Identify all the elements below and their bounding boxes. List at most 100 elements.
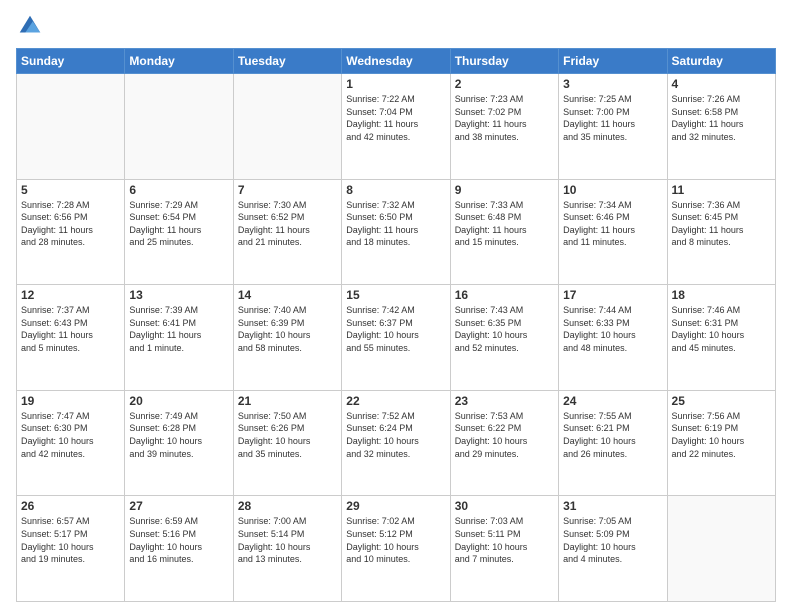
day-cell-11: 11 Sunrise: 7:36 AM Sunset: 6:45 PM Dayli… bbox=[667, 179, 775, 285]
logo bbox=[16, 12, 48, 40]
day-info: Sunrise: 7:02 AM Sunset: 5:12 PM Dayligh… bbox=[346, 515, 445, 565]
day-number: 31 bbox=[563, 499, 662, 513]
day-info: Sunrise: 7:50 AM Sunset: 6:26 PM Dayligh… bbox=[238, 410, 337, 460]
day-number: 10 bbox=[563, 183, 662, 197]
day-info: Sunrise: 7:53 AM Sunset: 6:22 PM Dayligh… bbox=[455, 410, 554, 460]
day-number: 18 bbox=[672, 288, 771, 302]
day-cell-10: 10Sunrise: 7:34 AM Sunset: 6:46 PM Dayli… bbox=[559, 179, 667, 285]
week-row-1: 1Sunrise: 7:22 AM Sunset: 7:04 PM Daylig… bbox=[17, 74, 776, 180]
day-number: 21 bbox=[238, 394, 337, 408]
day-number: 16 bbox=[455, 288, 554, 302]
day-number: 20 bbox=[129, 394, 228, 408]
empty-cell bbox=[17, 74, 125, 180]
day-info: Sunrise: 7:23 AM Sunset: 7:02 PM Dayligh… bbox=[455, 93, 554, 143]
day-number: 3 bbox=[563, 77, 662, 91]
weekday-header-thursday: Thursday bbox=[450, 49, 558, 74]
weekday-header-friday: Friday bbox=[559, 49, 667, 74]
day-number: 28 bbox=[238, 499, 337, 513]
day-cell-17: 17 Sunrise: 7:44 AM Sunset: 6:33 PM Dayli… bbox=[559, 285, 667, 391]
day-info: Sunrise: 7:37 AM Sunset: 6:43 PM Dayligh… bbox=[21, 304, 120, 354]
day-cell-6: 6 Sunrise: 7:29 AM Sunset: 6:54 PM Daylig… bbox=[125, 179, 233, 285]
day-cell-23: 23 Sunrise: 7:53 AM Sunset: 6:22 PM Dayli… bbox=[450, 390, 558, 496]
day-info: Sunrise: 7:29 AM Sunset: 6:54 PM Dayligh… bbox=[129, 199, 228, 249]
empty-cell bbox=[667, 496, 775, 602]
empty-cell bbox=[125, 74, 233, 180]
day-cell-9: 9 Sunrise: 7:33 AM Sunset: 6:48 PM Daylig… bbox=[450, 179, 558, 285]
day-cell-25: 25 Sunrise: 7:56 AM Sunset: 6:19 PM Dayli… bbox=[667, 390, 775, 496]
day-info: Sunrise: 7:55 AM Sunset: 6:21 PM Dayligh… bbox=[563, 410, 662, 460]
day-info: Sunrise: 7:33 AM Sunset: 6:48 PM Dayligh… bbox=[455, 199, 554, 249]
day-number: 5 bbox=[21, 183, 120, 197]
day-info: Sunrise: 6:59 AM Sunset: 5:16 PM Dayligh… bbox=[129, 515, 228, 565]
day-info: Sunrise: 7:05 AM Sunset: 5:09 PM Dayligh… bbox=[563, 515, 662, 565]
day-number: 9 bbox=[455, 183, 554, 197]
day-cell-3: 3Sunrise: 7:25 AM Sunset: 7:00 PM Daylig… bbox=[559, 74, 667, 180]
day-number: 26 bbox=[21, 499, 120, 513]
weekday-header-monday: Monday bbox=[125, 49, 233, 74]
day-info: Sunrise: 7:03 AM Sunset: 5:11 PM Dayligh… bbox=[455, 515, 554, 565]
week-row-2: 5 Sunrise: 7:28 AM Sunset: 6:56 PM Daylig… bbox=[17, 179, 776, 285]
day-info: Sunrise: 7:46 AM Sunset: 6:31 PM Dayligh… bbox=[672, 304, 771, 354]
empty-cell bbox=[233, 74, 341, 180]
page: SundayMondayTuesdayWednesdayThursdayFrid… bbox=[0, 0, 792, 612]
day-number: 8 bbox=[346, 183, 445, 197]
day-info: Sunrise: 7:52 AM Sunset: 6:24 PM Dayligh… bbox=[346, 410, 445, 460]
day-info: Sunrise: 7:32 AM Sunset: 6:50 PM Dayligh… bbox=[346, 199, 445, 249]
day-info: Sunrise: 7:00 AM Sunset: 5:14 PM Dayligh… bbox=[238, 515, 337, 565]
day-cell-30: 30 Sunrise: 7:03 AM Sunset: 5:11 PM Dayli… bbox=[450, 496, 558, 602]
day-number: 12 bbox=[21, 288, 120, 302]
day-number: 1 bbox=[346, 77, 445, 91]
week-row-5: 26Sunrise: 6:57 AM Sunset: 5:17 PM Dayli… bbox=[17, 496, 776, 602]
day-number: 6 bbox=[129, 183, 228, 197]
weekday-header-wednesday: Wednesday bbox=[342, 49, 450, 74]
day-info: Sunrise: 7:56 AM Sunset: 6:19 PM Dayligh… bbox=[672, 410, 771, 460]
day-number: 11 bbox=[672, 183, 771, 197]
day-cell-13: 13 Sunrise: 7:39 AM Sunset: 6:41 PM Dayli… bbox=[125, 285, 233, 391]
day-info: Sunrise: 7:47 AM Sunset: 6:30 PM Dayligh… bbox=[21, 410, 120, 460]
weekday-header-sunday: Sunday bbox=[17, 49, 125, 74]
day-info: Sunrise: 7:39 AM Sunset: 6:41 PM Dayligh… bbox=[129, 304, 228, 354]
day-info: Sunrise: 7:49 AM Sunset: 6:28 PM Dayligh… bbox=[129, 410, 228, 460]
day-cell-24: 24Sunrise: 7:55 AM Sunset: 6:21 PM Dayli… bbox=[559, 390, 667, 496]
day-info: Sunrise: 7:43 AM Sunset: 6:35 PM Dayligh… bbox=[455, 304, 554, 354]
day-cell-29: 29 Sunrise: 7:02 AM Sunset: 5:12 PM Dayli… bbox=[342, 496, 450, 602]
day-number: 19 bbox=[21, 394, 120, 408]
day-number: 14 bbox=[238, 288, 337, 302]
day-cell-19: 19 Sunrise: 7:47 AM Sunset: 6:30 PM Dayli… bbox=[17, 390, 125, 496]
day-cell-27: 27 Sunrise: 6:59 AM Sunset: 5:16 PM Dayli… bbox=[125, 496, 233, 602]
day-cell-26: 26Sunrise: 6:57 AM Sunset: 5:17 PM Dayli… bbox=[17, 496, 125, 602]
day-cell-1: 1Sunrise: 7:22 AM Sunset: 7:04 PM Daylig… bbox=[342, 74, 450, 180]
day-cell-14: 14Sunrise: 7:40 AM Sunset: 6:39 PM Dayli… bbox=[233, 285, 341, 391]
day-cell-20: 20 Sunrise: 7:49 AM Sunset: 6:28 PM Dayli… bbox=[125, 390, 233, 496]
week-row-4: 19 Sunrise: 7:47 AM Sunset: 6:30 PM Dayli… bbox=[17, 390, 776, 496]
week-row-3: 12 Sunrise: 7:37 AM Sunset: 6:43 PM Dayli… bbox=[17, 285, 776, 391]
day-number: 22 bbox=[346, 394, 445, 408]
day-number: 4 bbox=[672, 77, 771, 91]
weekday-header-tuesday: Tuesday bbox=[233, 49, 341, 74]
day-cell-31: 31 Sunrise: 7:05 AM Sunset: 5:09 PM Dayli… bbox=[559, 496, 667, 602]
day-number: 27 bbox=[129, 499, 228, 513]
day-number: 17 bbox=[563, 288, 662, 302]
day-number: 13 bbox=[129, 288, 228, 302]
day-info: Sunrise: 7:44 AM Sunset: 6:33 PM Dayligh… bbox=[563, 304, 662, 354]
day-cell-8: 8 Sunrise: 7:32 AM Sunset: 6:50 PM Daylig… bbox=[342, 179, 450, 285]
day-cell-2: 2 Sunrise: 7:23 AM Sunset: 7:02 PM Daylig… bbox=[450, 74, 558, 180]
day-number: 29 bbox=[346, 499, 445, 513]
day-number: 25 bbox=[672, 394, 771, 408]
day-number: 7 bbox=[238, 183, 337, 197]
day-info: Sunrise: 7:28 AM Sunset: 6:56 PM Dayligh… bbox=[21, 199, 120, 249]
day-cell-15: 15Sunrise: 7:42 AM Sunset: 6:37 PM Dayli… bbox=[342, 285, 450, 391]
day-cell-12: 12 Sunrise: 7:37 AM Sunset: 6:43 PM Dayli… bbox=[17, 285, 125, 391]
day-info: Sunrise: 7:36 AM Sunset: 6:45 PM Dayligh… bbox=[672, 199, 771, 249]
day-cell-18: 18 Sunrise: 7:46 AM Sunset: 6:31 PM Dayli… bbox=[667, 285, 775, 391]
day-number: 23 bbox=[455, 394, 554, 408]
day-info: Sunrise: 7:42 AM Sunset: 6:37 PM Dayligh… bbox=[346, 304, 445, 354]
day-cell-28: 28 Sunrise: 7:00 AM Sunset: 5:14 PM Dayli… bbox=[233, 496, 341, 602]
calendar-header-row: SundayMondayTuesdayWednesdayThursdayFrid… bbox=[17, 49, 776, 74]
day-cell-21: 21 Sunrise: 7:50 AM Sunset: 6:26 PM Dayli… bbox=[233, 390, 341, 496]
day-info: Sunrise: 7:26 AM Sunset: 6:58 PM Dayligh… bbox=[672, 93, 771, 143]
day-number: 2 bbox=[455, 77, 554, 91]
weekday-header-saturday: Saturday bbox=[667, 49, 775, 74]
day-number: 30 bbox=[455, 499, 554, 513]
day-cell-22: 22 Sunrise: 7:52 AM Sunset: 6:24 PM Dayli… bbox=[342, 390, 450, 496]
